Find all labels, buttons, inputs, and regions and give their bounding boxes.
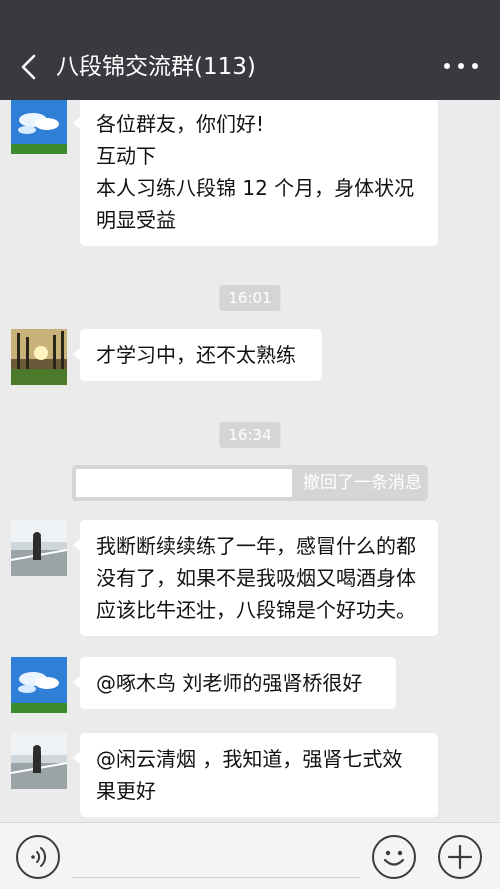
input-bar: [0, 822, 500, 889]
man-by-river-avatar[interactable]: [11, 733, 67, 789]
message-text: @啄木鸟 刘老师的强肾桥很好: [96, 671, 363, 695]
message-bubble[interactable]: @闲云清烟 ，我知道，强肾七式效 果更好: [73, 733, 438, 817]
message-bubble[interactable]: 才学习中，还不太熟练: [73, 329, 322, 381]
message-text: 才学习中，还不太熟练: [96, 343, 296, 367]
sky-clouds-avatar[interactable]: [11, 100, 67, 154]
message-text: 我断断续续练了一年，感冒什么的都: [96, 534, 416, 558]
chat-title: 八段锦交流群(113): [56, 54, 256, 80]
message-text: @闲云清烟 ，我知道，强肾七式效: [96, 747, 403, 771]
status-bar: [0, 0, 500, 34]
sky-clouds-avatar[interactable]: [11, 657, 67, 713]
recall-mask: [76, 469, 292, 497]
recall-text: 撤回了一条消息: [303, 473, 422, 493]
emoji-icon[interactable]: [372, 835, 416, 879]
message-text: 各位群友，你们好!: [96, 112, 265, 136]
message-text: 果更好: [96, 779, 156, 803]
back-arrow-icon[interactable]: [14, 52, 44, 82]
message-bubble[interactable]: @啄木鸟 刘老师的强肾桥很好: [73, 657, 396, 709]
message-input[interactable]: [72, 877, 360, 878]
message-bubble[interactable]: 各位群友，你们好! 互动下 本人习练八段锦 12 个月，身体状况 明显受益: [73, 100, 438, 246]
sunset-trees-avatar[interactable]: [11, 329, 67, 385]
plus-icon[interactable]: [438, 835, 482, 879]
message-text: 本人习练八段锦 12 个月，身体状况: [96, 176, 415, 200]
timestamp: 16:34: [219, 422, 281, 448]
voice-icon[interactable]: [16, 835, 60, 879]
message-bubble[interactable]: 我断断续续练了一年，感冒什么的都 没有了，如果不是我吸烟又喝酒身体 应该比牛还壮…: [73, 520, 438, 636]
message-text: 明显受益: [96, 208, 176, 232]
top-bar: 八段锦交流群(113): [0, 0, 500, 100]
man-by-river-avatar[interactable]: [11, 520, 67, 576]
recall-notice: 撤回了一条消息: [72, 465, 428, 501]
message-text: 应该比牛还壮，八段锦是个好功夫。: [96, 598, 416, 622]
chat-area[interactable]: 各位群友，你们好! 互动下 本人习练八段锦 12 个月，身体状况 明显受益 16…: [0, 100, 500, 822]
nav-row: 八段锦交流群(113): [0, 34, 500, 100]
timestamp: 16:01: [219, 285, 281, 311]
more-dots-icon[interactable]: [444, 54, 478, 78]
message-text: 没有了，如果不是我吸烟又喝酒身体: [96, 566, 416, 590]
message-text: 互动下: [96, 144, 156, 168]
